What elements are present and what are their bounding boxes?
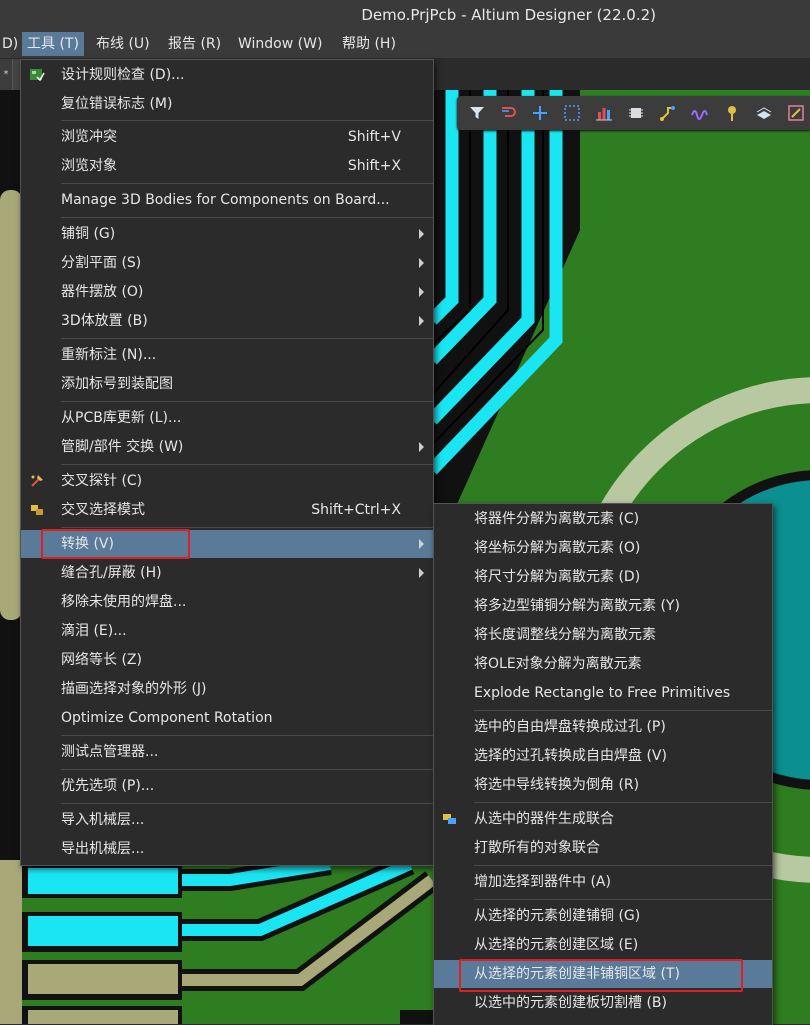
title-bar: Demo.PrjPcb - Altium Designer (22.0.2) xyxy=(0,0,810,30)
filter-icon[interactable] xyxy=(465,101,489,125)
bottom-traces xyxy=(22,853,439,1024)
layer-icon[interactable] xyxy=(752,101,776,125)
menu-item-track-to-chamfer[interactable]: 将选中导线转换为倒角 (R) xyxy=(434,771,772,799)
menu-item-explode-ole-object[interactable]: 将OLE对象分解为离散元素 xyxy=(434,650,772,678)
menu-item-explode-coordinate[interactable]: 将坐标分解为离散元素 (O) xyxy=(434,534,772,562)
menu-bar: D) 工具 (T) 布线 (U) 报告 (R) Window (W) 帮助 (H… xyxy=(0,30,810,59)
menu-item-cross-probe[interactable]: 交叉探针 (C) xyxy=(21,467,433,495)
menu-item-equalize-net-lengths[interactable]: 网络等长 (Z) xyxy=(21,646,433,674)
menu-item-explode-rectangle[interactable]: Explode Rectangle to Free Primitives xyxy=(434,679,772,707)
menu-separator xyxy=(61,183,433,184)
component-icon[interactable] xyxy=(624,101,648,125)
submenu-arrow-icon xyxy=(419,568,424,578)
menu-item-via-to-pad[interactable]: 选择的过孔转换成自由焊盘 (V) xyxy=(434,742,772,770)
menu-item-explode-polygon[interactable]: 将多边型铺铜分解为离散元素 (Y) xyxy=(434,592,772,620)
convert-submenu: 将器件分解为离散元素 (C) 将坐标分解为离散元素 (O) 将尺寸分解为离散元素… xyxy=(433,503,773,1025)
menu-item-add-selection-to-component[interactable]: 增加选择到器件中 (A) xyxy=(434,868,772,896)
menu-route[interactable]: 布线 (U) xyxy=(91,32,155,56)
menu-item-create-union[interactable]: 从选中的器件生成联合 xyxy=(434,805,772,833)
menu-partial[interactable]: D) xyxy=(0,32,23,56)
menu-item-3d-body-placement[interactable]: 3D体放置 (B) xyxy=(21,307,433,335)
window-title: Demo.PrjPcb - Altium Designer (22.0.2) xyxy=(361,6,656,24)
menu-window[interactable]: Window (W) xyxy=(233,32,327,56)
submenu-arrow-icon xyxy=(419,539,424,549)
menu-item-manage-3d-bodies[interactable]: Manage 3D Bodies for Components on Board… xyxy=(21,186,433,214)
menu-item-create-polygon-from-selection[interactable]: 从选择的元素创建铺铜 (G) xyxy=(434,902,772,930)
menu-separator xyxy=(61,464,433,465)
cross-probe-icon xyxy=(29,473,45,489)
chart-icon[interactable] xyxy=(592,101,616,125)
menu-item-pin-part-swapping[interactable]: 管脚/部件 交换 (W) xyxy=(21,433,433,461)
submenu-arrow-icon xyxy=(419,258,424,268)
menu-item-break-all-unions[interactable]: 打散所有的对象联合 xyxy=(434,834,772,862)
menu-help[interactable]: 帮助 (H) xyxy=(337,32,401,56)
menu-item-pad-to-via[interactable]: 选中的自由焊盘转换成过孔 (P) xyxy=(434,713,772,741)
menu-tools[interactable]: 工具 (T) xyxy=(22,32,84,56)
menu-item-create-region-from-selection[interactable]: 从选择的元素创建区域 (E) xyxy=(434,931,772,959)
wave-icon[interactable] xyxy=(688,101,712,125)
menu-item-import-mechanical-layers[interactable]: 导入机械层... xyxy=(21,806,433,834)
cross-select-icon xyxy=(29,502,45,518)
pcb-active-bar xyxy=(457,96,810,130)
annotation-highlight-box xyxy=(459,959,743,992)
menu-separator xyxy=(61,401,433,402)
menu-separator xyxy=(61,769,433,770)
menu-item-teardrops[interactable]: 滴泪 (E)... xyxy=(21,617,433,645)
pad-left xyxy=(0,190,22,620)
add-icon[interactable] xyxy=(528,101,552,125)
menu-item-export-mechanical-layers[interactable]: 导出机械层... xyxy=(21,835,433,863)
menu-separator xyxy=(474,802,772,803)
menu-item-component-placement[interactable]: 器件摆放 (O) xyxy=(21,278,433,306)
menu-item-explode-length-tuning[interactable]: 将长度调整线分解为离散元素 xyxy=(434,621,772,649)
menu-item-explode-component[interactable]: 将器件分解为离散元素 (C) xyxy=(434,505,772,533)
menu-separator xyxy=(61,527,433,528)
menu-separator xyxy=(474,899,772,900)
menu-item-add-designators[interactable]: 添加标号到装配图 xyxy=(21,370,433,398)
submenu-arrow-icon xyxy=(419,316,424,326)
menu-separator xyxy=(474,865,772,866)
menu-item-update-from-pcb-library[interactable]: 从PCB库更新 (L)... xyxy=(21,404,433,432)
drc-icon xyxy=(29,67,45,83)
tools-menu: 设计规则检查 (D)... 复位错误标志 (M) 浏览冲突 Shift+V 浏览… xyxy=(20,59,434,866)
pad-left-bottom xyxy=(0,860,22,1024)
menu-item-split-planes[interactable]: 分割平面 (S) xyxy=(21,249,433,277)
menu-separator xyxy=(61,120,433,121)
edit-icon[interactable] xyxy=(784,101,808,125)
submenu-arrow-icon xyxy=(419,442,424,452)
union-icon xyxy=(442,811,458,827)
menu-item-explode-dimension[interactable]: 将尺寸分解为离散元素 (D) xyxy=(434,563,772,591)
menu-item-drc[interactable]: 设计规则检查 (D)... xyxy=(21,61,433,89)
menu-item-reset-error-markers[interactable]: 复位错误标志 (M) xyxy=(21,90,433,118)
submenu-arrow-icon xyxy=(419,229,424,239)
menu-item-via-stitching-shielding[interactable]: 缝合孔/屏蔽 (H) xyxy=(21,559,433,587)
menu-item-optimize-component-rotation[interactable]: Optimize Component Rotation xyxy=(21,704,433,732)
menu-item-browse-violations[interactable]: 浏览冲突 Shift+V xyxy=(21,123,433,151)
menu-separator xyxy=(61,803,433,804)
menu-item-create-board-cutout[interactable]: 以选中的元素创建板切割槽 (B) xyxy=(434,989,772,1017)
document-tab-strip: * xyxy=(0,59,20,91)
interactive-route-icon[interactable] xyxy=(656,101,680,125)
menu-item-re-annotate[interactable]: 重新标注 (N)... xyxy=(21,341,433,369)
menu-reports[interactable]: 报告 (R) xyxy=(163,32,226,56)
menu-separator xyxy=(474,710,772,711)
pin-icon[interactable] xyxy=(720,101,744,125)
menu-item-polygon-pours[interactable]: 铺铜 (G) xyxy=(21,220,433,248)
menu-item-cross-select-mode[interactable]: 交叉选择模式 Shift+Ctrl+X xyxy=(21,496,433,524)
menu-item-outline-selected-objects[interactable]: 描画选择对象的外形 (J) xyxy=(21,675,433,703)
menu-item-preferences[interactable]: 优先选项 (P)... xyxy=(21,772,433,800)
menu-separator xyxy=(61,338,433,339)
menu-separator xyxy=(61,735,433,736)
menu-item-remove-unused-pads[interactable]: 移除未使用的焊盘... xyxy=(21,588,433,616)
document-tab[interactable]: * xyxy=(0,59,13,91)
menu-separator xyxy=(61,217,433,218)
menu-item-browse-objects[interactable]: 浏览对象 Shift+X xyxy=(21,152,433,180)
menu-item-testpoint-manager[interactable]: 测试点管理器... xyxy=(21,738,433,766)
submenu-arrow-icon xyxy=(419,287,424,297)
route-icon[interactable] xyxy=(496,101,520,125)
select-rect-icon[interactable] xyxy=(560,101,584,125)
annotation-highlight-box xyxy=(41,529,190,559)
